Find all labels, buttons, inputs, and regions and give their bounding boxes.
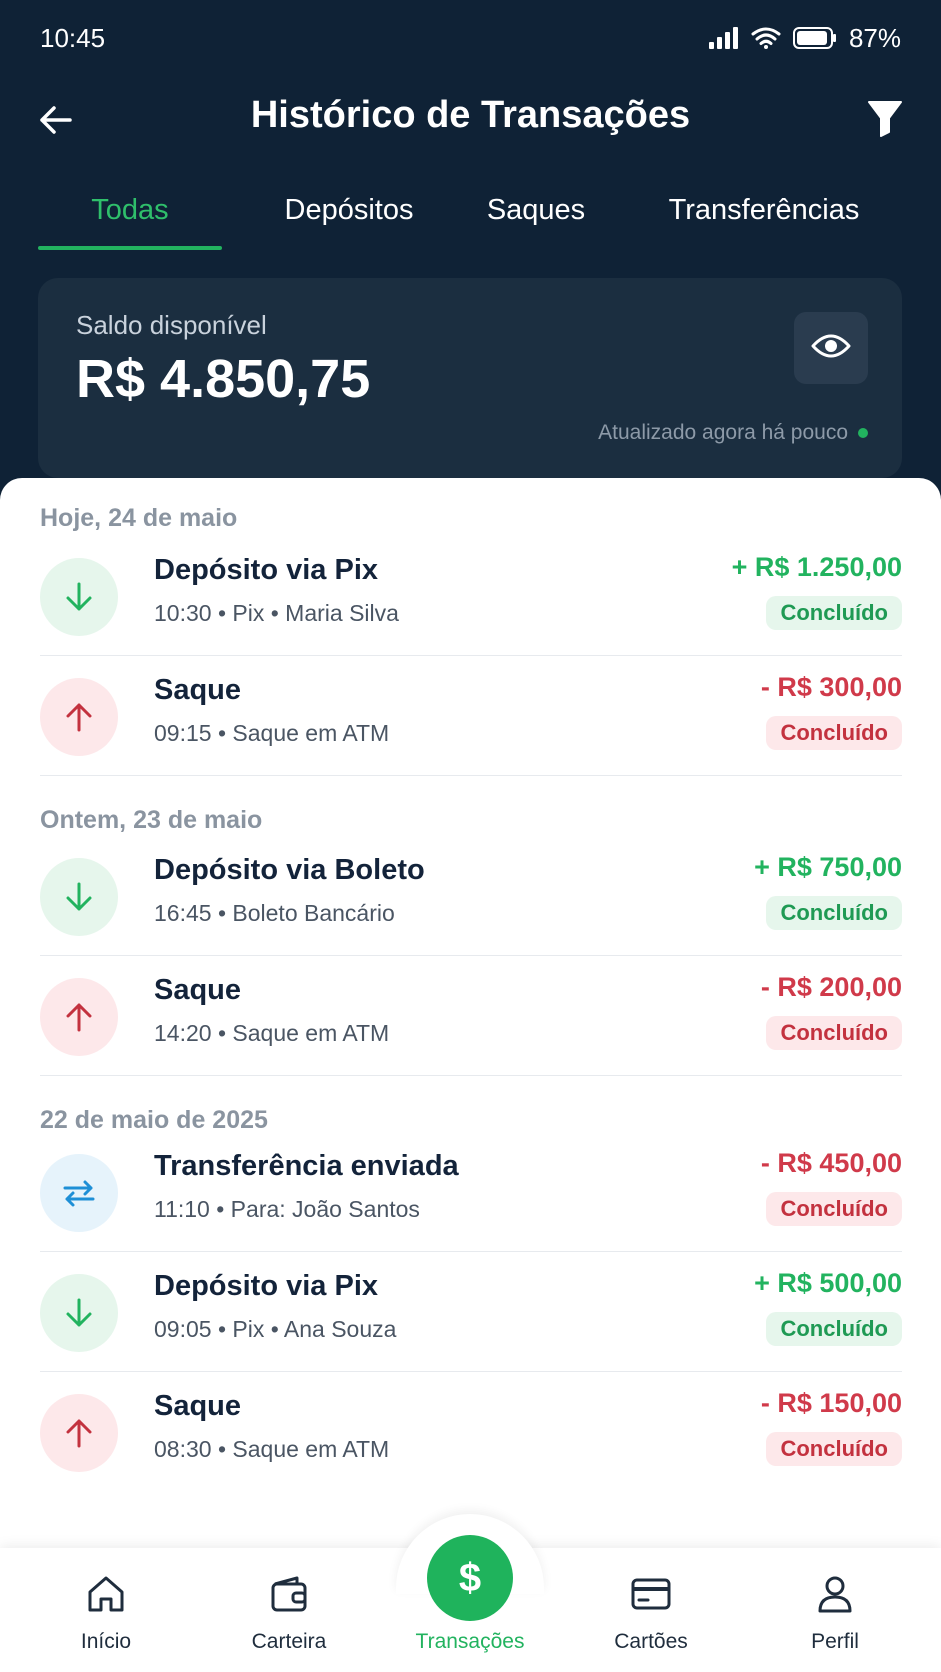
- balance-card: Saldo disponível R$ 4.850,75 Atualizado …: [38, 278, 902, 478]
- arrow-down-icon: [40, 858, 118, 936]
- transaction-amount: - R$ 300,00: [760, 672, 902, 702]
- arrow-up-icon: [40, 1394, 118, 1472]
- transaction-row[interactable]: Saque 08:30 • Saque em ATM - R$ 150,00 C…: [40, 1372, 902, 1492]
- transaction-details: 14:20 • Saque em ATM: [154, 1020, 390, 1046]
- section-header: Hoje, 24 de maio: [40, 504, 238, 532]
- status-badge: Concluído: [766, 1312, 902, 1346]
- transaction-details: 16:45 • Boleto Bancário: [154, 900, 395, 926]
- nav-label: Perfil: [811, 1630, 859, 1653]
- transaction-amount: + R$ 500,00: [754, 1268, 902, 1298]
- transaction-row[interactable]: Depósito via Pix 10:30 • Pix • Maria Sil…: [40, 536, 902, 656]
- battery-icon: [792, 27, 837, 49]
- transaction-row[interactable]: Transferência enviada 11:10 • Para: João…: [40, 1132, 902, 1252]
- status-icons: 87%: [708, 22, 901, 54]
- battery-percent: 87%: [848, 22, 901, 53]
- balance-label: Saldo disponível: [76, 310, 267, 340]
- transaction-title: Saque: [154, 674, 242, 706]
- page-title: Histórico de Transações: [250, 94, 691, 136]
- transaction-title: Transferência enviada: [154, 1150, 459, 1182]
- status-badge: Concluído: [766, 1016, 902, 1050]
- nav-item-transacoes[interactable]: Transações: [390, 1548, 550, 1672]
- status-bar: 10:45 87%: [40, 20, 901, 56]
- transaction-amount: - R$ 150,00: [760, 1388, 902, 1418]
- nav-item-cartoes[interactable]: Cartões: [571, 1548, 731, 1672]
- status-badge: Concluído: [766, 716, 902, 750]
- nav-label: Carteira: [251, 1630, 327, 1653]
- tab-transferencias[interactable]: Transferências: [624, 186, 904, 250]
- arrow-up-icon: [40, 978, 118, 1056]
- nav-item-perfil[interactable]: Perfil: [755, 1548, 915, 1672]
- section-header: Ontem, 23 de maio: [40, 806, 263, 834]
- status-badge: Concluído: [766, 1192, 902, 1226]
- transaction-title: Depósito via Pix: [154, 554, 379, 586]
- transaction-row[interactable]: Depósito via Pix 09:05 • Pix • Ana Souza…: [40, 1252, 902, 1372]
- active-tab-indicator: [38, 246, 222, 250]
- filter-icon[interactable]: [867, 98, 903, 138]
- status-badge: Concluído: [766, 1432, 902, 1466]
- transaction-row[interactable]: Saque 14:20 • Saque em ATM - R$ 200,00 C…: [40, 956, 902, 1076]
- status-time: 10:45: [40, 22, 106, 53]
- transaction-details: 11:10 • Para: João Santos: [154, 1196, 420, 1222]
- balance-updated-text: Atualizado agora há pouco: [598, 421, 848, 444]
- transaction-title: Depósito via Boleto: [154, 854, 425, 886]
- transaction-title: Depósito via Pix: [154, 1270, 379, 1302]
- nav-label: Início: [80, 1630, 132, 1653]
- nav-item-inicio[interactable]: Início: [26, 1548, 186, 1672]
- arrow-down-icon: [40, 1274, 118, 1352]
- transaction-row[interactable]: Depósito via Boleto 16:45 • Boleto Bancá…: [40, 836, 902, 956]
- row-divider: [40, 775, 902, 776]
- home-icon: [84, 1572, 128, 1616]
- wifi-icon: [751, 27, 781, 49]
- eye-icon: [811, 332, 851, 365]
- transaction-amount: + R$ 1.250,00: [731, 552, 902, 582]
- tab-saques[interactable]: Saques: [456, 186, 616, 250]
- tab-depositos[interactable]: Depósitos: [246, 186, 452, 250]
- transaction-title: Saque: [154, 974, 242, 1006]
- status-badge: Concluído: [766, 896, 902, 930]
- transaction-details: 09:15 • Saque em ATM: [154, 720, 390, 746]
- row-divider: [40, 1075, 902, 1076]
- arrow-down-icon: [40, 558, 118, 636]
- transaction-amount: - R$ 200,00: [760, 972, 902, 1002]
- transactions-list: Hoje, 24 de maio Depósito via Pix 10:30 …: [0, 478, 941, 1672]
- arrow-up-icon: [40, 678, 118, 756]
- transaction-title: Saque: [154, 1390, 242, 1422]
- balance-updated-status: Atualizado agora há pouco: [598, 421, 868, 445]
- nav-item-carteira[interactable]: Carteira: [209, 1548, 369, 1672]
- balance-value: R$ 4.850,75: [76, 349, 371, 409]
- nav-label: Cartões: [614, 1630, 688, 1653]
- online-dot-icon: [858, 428, 868, 438]
- transaction-amount: + R$ 750,00: [754, 852, 902, 882]
- transaction-row[interactable]: Saque 09:15 • Saque em ATM - R$ 300,00 C…: [40, 656, 902, 776]
- app-header: Histórico de Transações: [0, 88, 941, 152]
- transaction-details: 08:30 • Saque em ATM: [154, 1436, 390, 1462]
- nav-label: Transações: [415, 1630, 525, 1653]
- card-icon: [629, 1572, 673, 1616]
- signal-icon: [708, 27, 739, 49]
- tab-todas[interactable]: Todas: [38, 186, 222, 250]
- status-badge: Concluído: [766, 596, 902, 630]
- section-header: 22 de maio de 2025: [40, 1106, 268, 1134]
- transaction-tabs: Todas Depósitos Saques Transferências: [38, 186, 904, 250]
- user-icon: [813, 1572, 857, 1616]
- transaction-details: 10:30 • Pix • Maria Silva: [154, 600, 399, 626]
- wallet-icon: [267, 1572, 311, 1616]
- transaction-details: 09:05 • Pix • Ana Souza: [154, 1316, 397, 1342]
- toggle-balance-visibility-button[interactable]: [794, 312, 868, 384]
- transfer-arrows-icon: [40, 1154, 118, 1232]
- transaction-amount: - R$ 450,00: [760, 1148, 902, 1178]
